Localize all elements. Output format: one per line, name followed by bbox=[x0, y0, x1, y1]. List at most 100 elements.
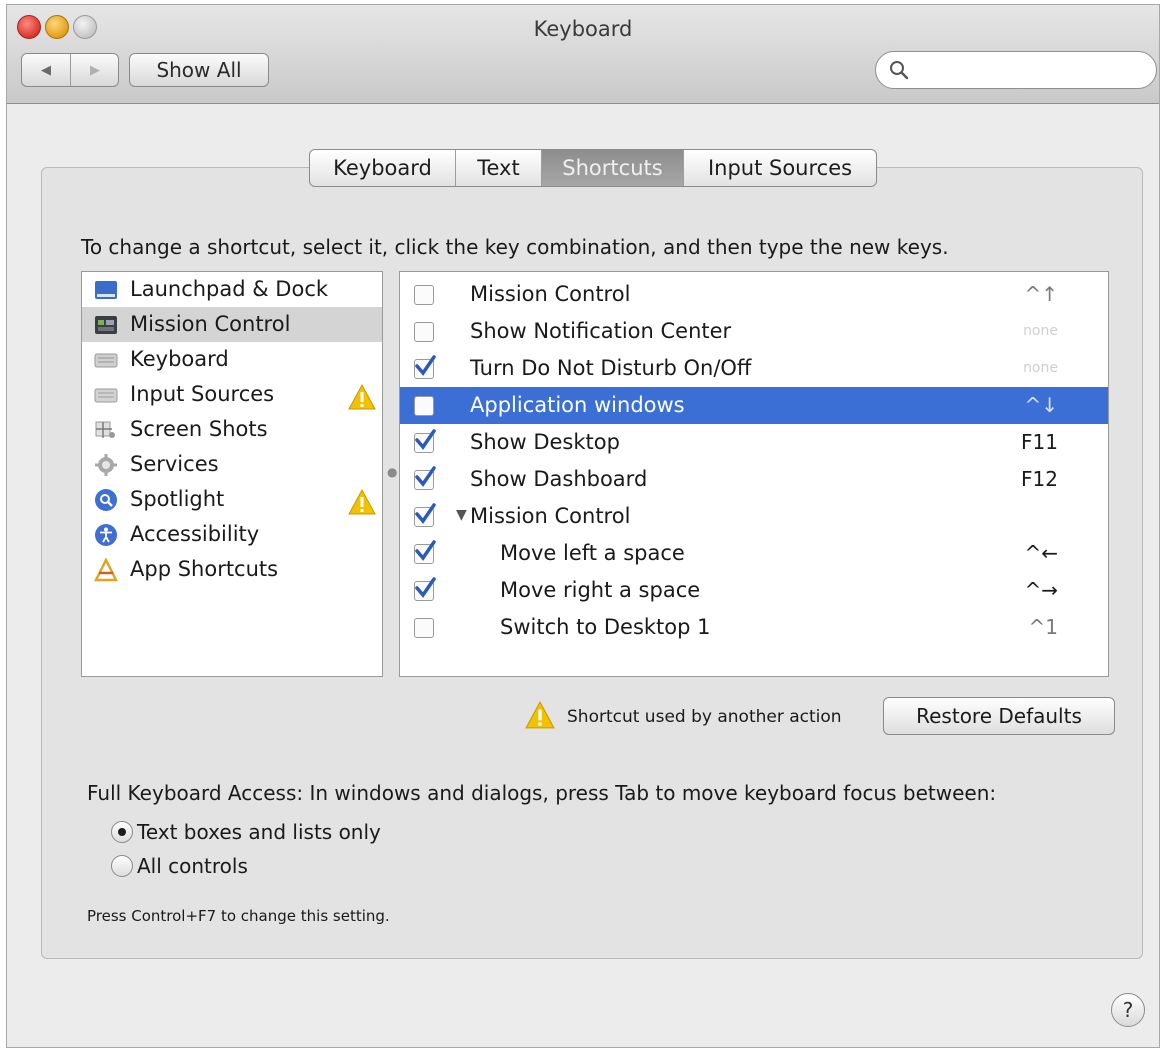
category-label: Launchpad & Dock bbox=[130, 277, 329, 301]
services-gear-icon bbox=[95, 454, 117, 476]
shortcut-key[interactable]: F11 bbox=[1021, 430, 1058, 454]
shortcut-checkbox[interactable] bbox=[414, 503, 436, 527]
radio-text-boxes-lists[interactable]: Text boxes and lists only bbox=[111, 817, 381, 847]
tab-shortcuts[interactable]: Shortcuts bbox=[542, 150, 684, 186]
category-app-shortcuts[interactable]: App Shortcuts bbox=[82, 552, 382, 587]
shortcut-label: Switch to Desktop 1 bbox=[500, 615, 711, 639]
checkmark-icon bbox=[415, 577, 436, 598]
shortcut-row[interactable]: Move right a space ^→ bbox=[400, 572, 1108, 609]
category-spotlight[interactable]: Spotlight bbox=[82, 482, 382, 517]
category-label: Screen Shots bbox=[130, 417, 268, 441]
tab-bar: Keyboard Text Shortcuts Input Sources bbox=[309, 149, 877, 187]
back-button[interactable]: ◀ bbox=[22, 54, 71, 86]
category-list: Launchpad & Dock Mission Control Keyboar… bbox=[81, 271, 383, 677]
shortcut-row[interactable]: Move left a space ^← bbox=[400, 535, 1108, 572]
checkmark-icon bbox=[415, 429, 436, 450]
shortcut-key[interactable]: ^↑ bbox=[1024, 282, 1058, 306]
launchpad-icon bbox=[95, 281, 117, 299]
spotlight-icon bbox=[95, 489, 117, 511]
category-label: Spotlight bbox=[130, 487, 225, 511]
split-divider-handle[interactable]: ● bbox=[387, 465, 397, 479]
radio-label: Text boxes and lists only bbox=[137, 820, 381, 844]
checkmark-icon bbox=[415, 355, 436, 376]
search-field[interactable] bbox=[875, 51, 1157, 89]
category-input-sources[interactable]: Input Sources bbox=[82, 377, 382, 412]
shortcut-checkbox[interactable] bbox=[414, 577, 436, 601]
shortcut-row[interactable]: Show Desktop F11 bbox=[400, 424, 1108, 461]
category-launchpad-dock[interactable]: Launchpad & Dock bbox=[82, 272, 382, 307]
shortcut-key[interactable]: none bbox=[1023, 323, 1058, 339]
shortcut-label: Show Notification Center bbox=[470, 319, 732, 343]
shortcut-key[interactable]: ^← bbox=[1024, 541, 1058, 565]
shortcut-group-row[interactable]: ▼ Mission Control bbox=[400, 498, 1108, 535]
shortcut-key[interactable]: ^→ bbox=[1024, 578, 1058, 602]
tab-keyboard[interactable]: Keyboard bbox=[310, 150, 456, 186]
keyboard-hint-text: Press Control+F7 to change this setting. bbox=[87, 907, 390, 925]
input-sources-icon bbox=[94, 388, 118, 403]
title-bar: Keyboard ◀ ▶ Show All bbox=[7, 5, 1159, 104]
tab-input-sources[interactable]: Input Sources bbox=[684, 150, 876, 186]
shortcut-checkbox[interactable] bbox=[414, 322, 434, 342]
forward-arrow-icon: ▶ bbox=[90, 62, 100, 78]
shortcut-label: Move left a space bbox=[500, 541, 685, 565]
radio-all-controls[interactable]: All controls bbox=[111, 851, 248, 881]
back-arrow-icon: ◀ bbox=[41, 62, 51, 78]
shortcut-checkbox[interactable] bbox=[414, 618, 434, 638]
conflict-note: Shortcut used by another action bbox=[567, 707, 842, 727]
category-screen-shots[interactable]: Screen Shots bbox=[82, 412, 382, 447]
radio-label: All controls bbox=[137, 854, 248, 878]
warning-icon bbox=[525, 701, 555, 729]
shortcut-checkbox[interactable] bbox=[414, 355, 436, 379]
shortcut-key[interactable]: ^↓ bbox=[1024, 393, 1058, 417]
shortcut-label: Turn Do Not Disturb On/Off bbox=[470, 356, 752, 380]
shortcut-row[interactable]: Switch to Desktop 1 ^1 bbox=[400, 609, 1108, 646]
radio-button[interactable] bbox=[111, 855, 133, 877]
shortcut-label: Move right a space bbox=[500, 578, 701, 602]
keyboard-icon bbox=[94, 353, 118, 368]
shortcut-row[interactable]: Show Dashboard F12 bbox=[400, 461, 1108, 498]
app-shortcuts-icon bbox=[94, 558, 118, 582]
category-accessibility[interactable]: Accessibility bbox=[82, 517, 382, 552]
forward-button[interactable]: ▶ bbox=[71, 54, 119, 86]
show-all-button[interactable]: Show All bbox=[129, 53, 269, 87]
shortcut-checkbox[interactable] bbox=[414, 396, 434, 416]
warning-icon bbox=[348, 489, 376, 515]
shortcut-key[interactable]: ^1 bbox=[1029, 615, 1058, 639]
screenshot-icon bbox=[95, 421, 115, 438]
checkmark-icon bbox=[415, 503, 436, 524]
category-mission-control[interactable]: Mission Control bbox=[82, 307, 382, 342]
shortcut-label: Show Dashboard bbox=[470, 467, 648, 491]
shortcut-row[interactable]: Mission Control ^↑ bbox=[400, 276, 1108, 313]
shortcut-label: Mission Control bbox=[470, 504, 631, 528]
shortcut-checkbox[interactable] bbox=[414, 285, 434, 305]
radio-button[interactable] bbox=[111, 821, 133, 843]
preferences-window: Keyboard ◀ ▶ Show All Keyboard Text Shor… bbox=[6, 4, 1160, 1048]
category-label: Mission Control bbox=[130, 312, 291, 336]
shortcut-row-selected[interactable]: Application windows ^↓ bbox=[400, 387, 1108, 424]
shortcut-checkbox[interactable] bbox=[414, 540, 436, 564]
shortcut-key[interactable]: F12 bbox=[1021, 467, 1058, 491]
shortcut-list: Mission Control ^↑ Show Notification Cen… bbox=[399, 271, 1109, 677]
shortcut-key[interactable]: none bbox=[1023, 360, 1058, 376]
shortcut-row[interactable]: Show Notification Center none bbox=[400, 313, 1108, 350]
accessibility-icon bbox=[95, 524, 117, 546]
warning-icon bbox=[348, 384, 376, 410]
shortcut-label: Application windows bbox=[470, 393, 685, 417]
mission-control-icon bbox=[95, 316, 117, 334]
tab-text[interactable]: Text bbox=[456, 150, 542, 186]
shortcut-label: Show Desktop bbox=[470, 430, 620, 454]
shortcut-row[interactable]: Turn Do Not Disturb On/Off none bbox=[400, 350, 1108, 387]
help-button[interactable]: ? bbox=[1111, 993, 1145, 1027]
category-keyboard[interactable]: Keyboard bbox=[82, 342, 382, 377]
category-label: App Shortcuts bbox=[130, 557, 279, 581]
checkmark-icon bbox=[415, 466, 436, 487]
category-label: Input Sources bbox=[130, 382, 275, 406]
restore-defaults-button[interactable]: Restore Defaults bbox=[883, 697, 1115, 735]
disclosure-triangle-icon[interactable]: ▼ bbox=[456, 507, 467, 523]
category-services[interactable]: Services bbox=[82, 447, 382, 482]
shortcut-checkbox[interactable] bbox=[414, 466, 436, 490]
instruction-text: To change a shortcut, select it, click t… bbox=[81, 235, 949, 259]
magnifier-icon bbox=[890, 61, 909, 80]
shortcut-checkbox[interactable] bbox=[414, 429, 436, 453]
category-label: Accessibility bbox=[130, 522, 260, 546]
